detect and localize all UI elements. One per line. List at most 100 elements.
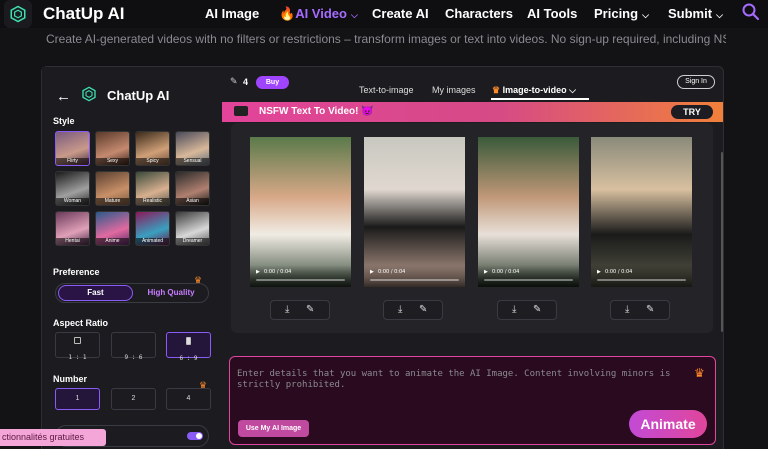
banner-text: NSFW Text To Video! 😈: [259, 106, 374, 117]
style-tile-sexy[interactable]: Sexy: [95, 131, 130, 166]
style-tile-label: Dreamer: [176, 238, 209, 245]
style-tile-hentai[interactable]: Hentai: [55, 211, 90, 246]
edit-icon[interactable]: ✎: [646, 304, 654, 315]
style-tile-realistic[interactable]: Realistic: [135, 171, 170, 206]
style-tile-label: Mature: [96, 198, 129, 205]
style-tile-label: Flirty: [56, 158, 89, 165]
aspect-label: 1 : 1: [68, 354, 87, 361]
aspect-label: 6 : 9: [179, 355, 198, 362]
edit-icon[interactable]: ✎: [306, 304, 314, 315]
nav-label: AI Image: [205, 6, 260, 21]
gallery-scrollbar[interactable]: [721, 152, 723, 332]
video-time: 0:00 / 0:04: [605, 269, 633, 275]
option-toggle-switch[interactable]: [187, 432, 203, 440]
chatup-logo-icon: [10, 5, 26, 23]
tab-text-to-image[interactable]: Text-to-image: [359, 85, 414, 95]
aspect-6-9-button[interactable]: 6 : 9: [166, 332, 211, 362]
active-tab-underline: [491, 98, 589, 100]
tab-label: Image-to-video: [502, 85, 567, 95]
video-player[interactable]: ▶ 0:00 / 0:04: [591, 137, 692, 287]
style-tile-label: Spicy: [136, 158, 169, 165]
number-2-button[interactable]: 2: [111, 388, 156, 410]
fire-icon: 🔥: [279, 6, 296, 21]
panel-title: ChatUp AI: [107, 88, 170, 103]
brand-name[interactable]: ChatUp AI: [43, 4, 125, 24]
number-label: Number: [53, 374, 88, 384]
chevron-down-icon: ⌵: [569, 85, 576, 95]
edit-icon[interactable]: ✎: [419, 304, 427, 315]
play-icon[interactable]: ▶: [597, 269, 601, 275]
tab-my-images[interactable]: My images: [432, 85, 476, 95]
video-actions: ⤓ ✎: [383, 300, 443, 320]
buy-button[interactable]: Buy: [256, 76, 289, 89]
number-4-button[interactable]: 4: [166, 388, 211, 410]
nav-label: Submit: [668, 6, 713, 21]
try-button[interactable]: TRY: [671, 105, 713, 119]
style-tile-label: Sensual: [176, 158, 209, 165]
chevron-down-icon: ⌵: [642, 10, 649, 20]
aspect-1-1-button[interactable]: 1 : 1: [55, 332, 100, 361]
video-progress-bar[interactable]: [370, 279, 459, 281]
style-tile-dreamer[interactable]: Dreamer: [175, 211, 210, 246]
style-tile-asian[interactable]: Asian: [175, 171, 210, 206]
free-features-badge[interactable]: ctionnalités gratuites: [0, 429, 106, 446]
nav-label: AI Tools: [527, 6, 578, 21]
video-player[interactable]: ▶ 0:00 / 0:04: [250, 137, 351, 287]
page-subtitle: Create AI-generated videos with no filte…: [46, 32, 726, 46]
style-tile-animated[interactable]: Animated: [135, 211, 170, 246]
search-icon[interactable]: [741, 2, 761, 27]
nav-ai-video[interactable]: 🔥AI Video ⌵: [279, 6, 358, 22]
nav-ai-tools[interactable]: AI Tools: [527, 6, 577, 21]
aspect-9-6-button[interactable]: 9 : 6: [111, 332, 156, 361]
style-tile-label: Anime: [96, 238, 129, 245]
logo[interactable]: [4, 0, 32, 28]
style-tile-flirty[interactable]: Flirty: [55, 131, 90, 166]
nav-pricing[interactable]: Pricing ⌵: [594, 6, 649, 21]
preference-high-quality-button[interactable]: High Quality: [140, 285, 202, 301]
animate-button[interactable]: Animate: [629, 410, 707, 438]
play-icon[interactable]: ▶: [484, 269, 488, 275]
number-1-button[interactable]: 1: [55, 388, 100, 410]
preference-fast-button[interactable]: Fast: [58, 285, 133, 301]
aspect-label: 9 : 6: [124, 354, 143, 361]
video-player[interactable]: ▶ 0:00 / 0:04: [478, 137, 579, 287]
download-icon[interactable]: ⤓: [625, 304, 629, 315]
tab-image-to-video[interactable]: ♛ Image-to-video ⌵: [492, 85, 576, 96]
video-progress-bar[interactable]: [484, 279, 573, 281]
nav-ai-image[interactable]: AI Image: [205, 6, 259, 21]
nav-create-ai[interactable]: Create AI: [372, 6, 429, 21]
video-player[interactable]: ▶ 0:00 / 0:04: [364, 137, 465, 287]
download-icon[interactable]: ⤓: [285, 304, 289, 315]
style-tile-anime[interactable]: Anime: [95, 211, 130, 246]
back-arrow-icon[interactable]: ←: [56, 88, 71, 105]
aspect-ratio-label: Aspect Ratio: [53, 318, 109, 328]
nav-label: Pricing: [594, 6, 639, 21]
style-tile-label: Asian: [176, 198, 209, 205]
prompt-input[interactable]: Enter details that you want to animate t…: [237, 369, 687, 391]
nav-label: Create AI: [372, 6, 429, 21]
download-icon[interactable]: ⤓: [512, 304, 516, 315]
play-icon[interactable]: ▶: [370, 269, 374, 275]
video-progress-bar[interactable]: [256, 279, 345, 281]
style-tile-mature[interactable]: Mature: [95, 171, 130, 206]
panel-logo-icon: [81, 86, 97, 107]
download-icon[interactable]: ⤓: [398, 304, 402, 315]
video-actions: ⤓ ✎: [270, 300, 330, 320]
use-my-ai-image-button[interactable]: Use My AI Image: [238, 420, 309, 437]
nav-characters[interactable]: Characters: [445, 6, 513, 21]
style-tile-label: Realistic: [136, 198, 169, 205]
style-tile-woman[interactable]: Woman: [55, 171, 90, 206]
style-tile-sensual[interactable]: Sensual: [175, 131, 210, 166]
style-tile-label: Sexy: [96, 158, 129, 165]
nav-submit[interactable]: Submit ⌵: [668, 6, 723, 21]
sign-in-button[interactable]: Sign In: [677, 75, 715, 89]
portrait-icon: [186, 337, 191, 345]
wand-icon: ✎: [230, 76, 238, 86]
chevron-down-icon: ⌵: [716, 10, 723, 20]
play-icon[interactable]: ▶: [256, 269, 260, 275]
preference-label: Preference: [53, 267, 100, 277]
style-tile-label: Hentai: [56, 238, 89, 245]
video-progress-bar[interactable]: [597, 279, 686, 281]
style-tile-spicy[interactable]: Spicy: [135, 131, 170, 166]
edit-icon[interactable]: ✎: [533, 304, 541, 315]
